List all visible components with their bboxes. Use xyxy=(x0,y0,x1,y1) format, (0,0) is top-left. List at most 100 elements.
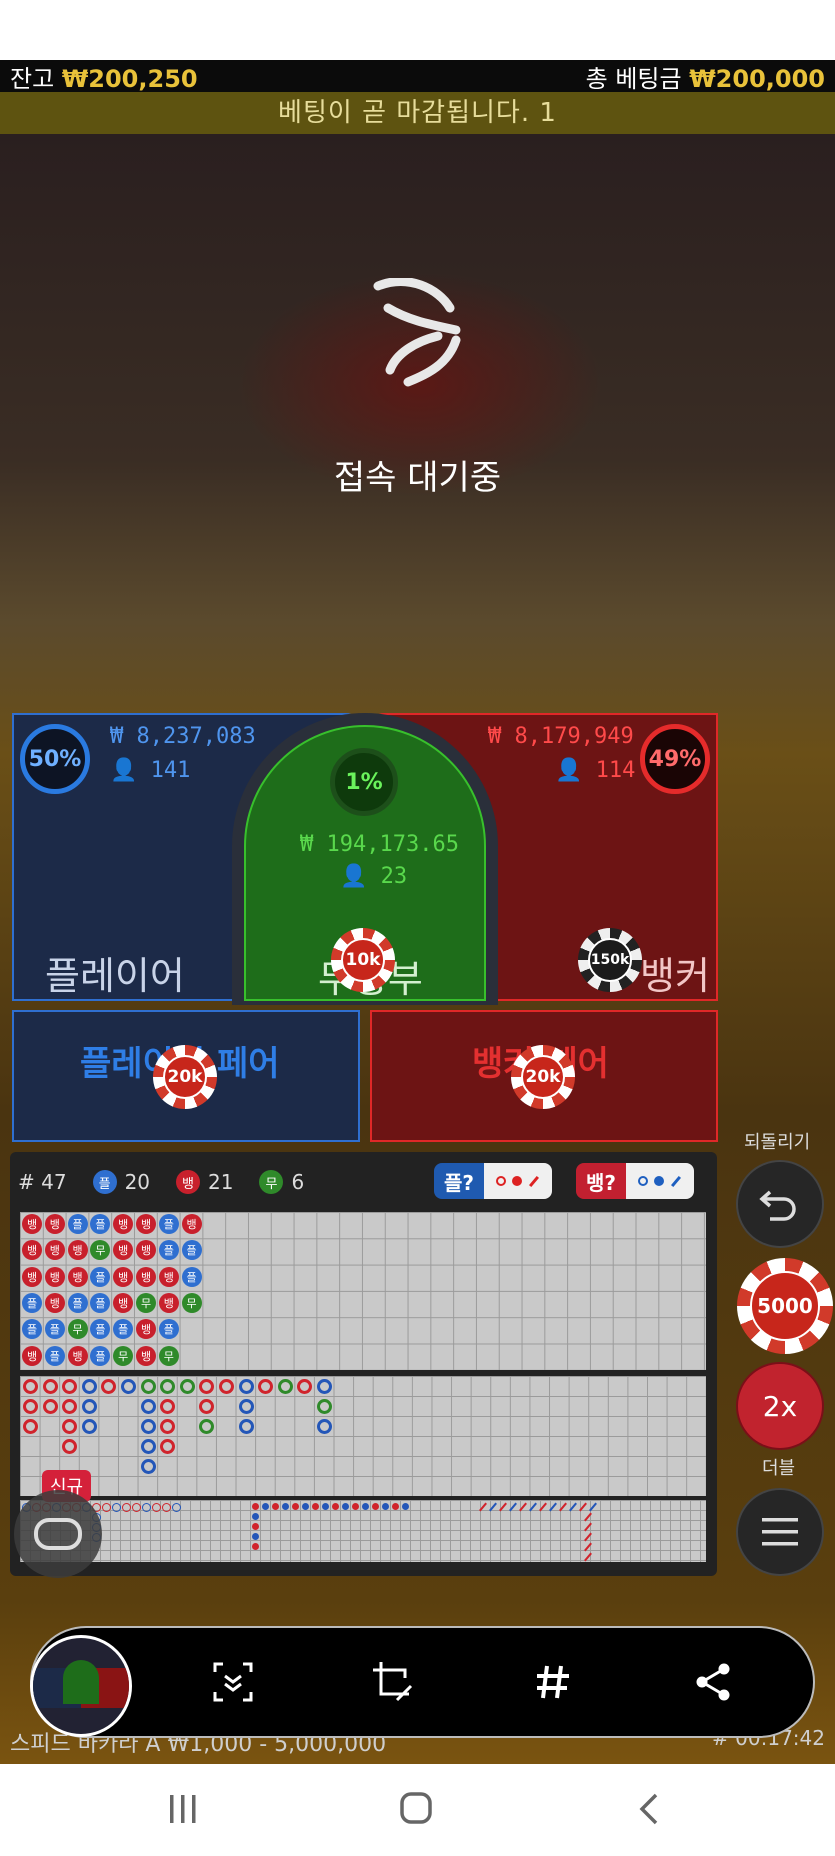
undo-button[interactable] xyxy=(736,1160,824,1248)
banker-pair-chip[interactable]: 20k xyxy=(511,1045,575,1109)
big-road-mark xyxy=(238,1419,254,1434)
double-label: 더블 xyxy=(762,1458,796,1479)
banker-prediction-button[interactable]: 뱅? xyxy=(576,1163,695,1199)
bead: 뱅 xyxy=(136,1214,156,1234)
balance-label: 잔고 xyxy=(10,64,55,93)
banker-label: 뱅커 xyxy=(640,954,710,998)
recent-apps-icon[interactable] xyxy=(168,1792,198,1826)
player-prediction-label: 플? xyxy=(434,1163,485,1199)
hashtag-button[interactable] xyxy=(522,1652,584,1712)
player-prediction-button[interactable]: 플? xyxy=(434,1163,553,1199)
derived-road-mark xyxy=(252,1543,259,1550)
big-road-mark xyxy=(277,1379,293,1394)
player-percent: 50% xyxy=(28,746,82,772)
derived-road-mark xyxy=(252,1533,259,1540)
derived-road-mark xyxy=(362,1503,369,1510)
player-label: 플레이어 xyxy=(45,954,185,998)
roadmap-stats: # 47 플 20 뱅 21 무 6 xyxy=(18,1167,304,1197)
player-pair-chip[interactable]: 20k xyxy=(153,1045,217,1109)
bead: 플 xyxy=(158,1319,179,1340)
bead: 무 xyxy=(136,1292,156,1313)
tie-chip-value: 10k xyxy=(341,938,385,982)
bead: 플 xyxy=(44,1319,65,1340)
home-icon[interactable] xyxy=(398,1790,434,1826)
big-road-mark xyxy=(317,1399,332,1414)
banker-pair-chip-value: 20k xyxy=(521,1055,565,1099)
banker-percent-ring: 49% xyxy=(640,724,710,794)
bead: 무 xyxy=(67,1319,88,1340)
selected-chip-button[interactable]: 5000 xyxy=(737,1258,833,1354)
tie-dot: 무 xyxy=(259,1170,284,1194)
bead: 무 xyxy=(113,1345,134,1366)
bead: 뱅 xyxy=(67,1240,88,1261)
player-count: 141 xyxy=(150,758,191,783)
crop-edit-button[interactable] xyxy=(362,1652,424,1712)
big-road-mark xyxy=(121,1379,136,1394)
total-bet: 총 베팅금 ₩200,000 xyxy=(586,59,825,94)
back-icon[interactable] xyxy=(636,1792,662,1826)
tie-count: 23 xyxy=(380,864,408,889)
bead: 뱅 xyxy=(181,1214,202,1234)
scroll-capture-button[interactable] xyxy=(202,1652,264,1712)
bead: 뱅 xyxy=(67,1266,88,1287)
bead: 뱅 xyxy=(67,1345,88,1366)
betting-closing-banner: 베팅이 곧 마감됩니다. 1 xyxy=(0,92,835,134)
banker-bet-chip[interactable]: 150k xyxy=(578,928,642,992)
bead: 플 xyxy=(90,1345,111,1366)
big-road-mark xyxy=(219,1379,234,1394)
big-road-mark xyxy=(140,1399,156,1414)
big-road-mark xyxy=(23,1379,38,1394)
bead: 뱅 xyxy=(158,1292,179,1313)
bead: 뱅 xyxy=(158,1266,179,1287)
derived-road-mark xyxy=(302,1503,309,1510)
banker-chip-value: 150k xyxy=(588,938,632,982)
derived-road-mark xyxy=(312,1503,319,1510)
bead: 뱅 xyxy=(44,1266,65,1287)
bead: 플 xyxy=(67,1292,88,1313)
tie-bet-chip[interactable]: 10k xyxy=(331,928,395,992)
total-bet-value: ₩200,000 xyxy=(689,64,825,93)
balance: 잔고 ₩200,250 xyxy=(10,59,198,94)
bead: 플 xyxy=(181,1240,202,1261)
screenshot-thumbnail[interactable] xyxy=(30,1635,132,1737)
banker-wins: 21 xyxy=(208,1170,234,1194)
derived-road-mark xyxy=(282,1503,289,1510)
big-road-mark xyxy=(42,1379,58,1394)
tie-percent-ring: 1% xyxy=(330,748,398,816)
system-nav-bar xyxy=(0,1764,835,1856)
tie-amount: ₩ 194,173.65 xyxy=(300,832,459,857)
bead: 무 xyxy=(158,1345,179,1366)
bead: 뱅 xyxy=(22,1345,42,1366)
banker-percent: 49% xyxy=(648,746,702,772)
share-icon xyxy=(696,1663,730,1701)
tie-count-row: 👤 23 xyxy=(340,864,407,889)
menu-button[interactable] xyxy=(736,1488,824,1576)
derived-road-mark xyxy=(342,1503,349,1510)
derived-road-mark xyxy=(262,1503,269,1510)
user-icon: 👤 xyxy=(110,758,138,783)
big-road-mark xyxy=(238,1379,254,1394)
banker-count-row: 👤 114 xyxy=(555,758,635,783)
bead: 무 xyxy=(181,1292,202,1313)
bead: 뱅 xyxy=(44,1240,65,1261)
derived-road-mark xyxy=(152,1503,161,1512)
double-button[interactable]: 2x xyxy=(736,1362,824,1450)
player-percent-ring: 50% xyxy=(20,724,90,794)
lobby-button[interactable] xyxy=(14,1490,102,1578)
bead: 뱅 xyxy=(113,1292,134,1313)
bead: 플 xyxy=(22,1292,42,1313)
scroll-capture-icon xyxy=(213,1662,253,1702)
share-button[interactable] xyxy=(682,1652,744,1712)
big-road-mark xyxy=(81,1419,97,1434)
undo-label: 되돌리기 xyxy=(744,1132,811,1153)
derived-road-mark xyxy=(352,1503,359,1510)
player-dot: 플 xyxy=(92,1170,117,1194)
connecting-status: 접속 대기중 xyxy=(333,458,502,498)
big-road-mark xyxy=(42,1399,58,1414)
derived-road-mark xyxy=(332,1503,339,1510)
player-wins: 20 xyxy=(124,1170,151,1194)
derived-road-mark xyxy=(252,1503,259,1510)
bead: 뱅 xyxy=(44,1292,65,1313)
derived-road-mark xyxy=(122,1503,131,1512)
derived-road-mark xyxy=(252,1523,259,1530)
